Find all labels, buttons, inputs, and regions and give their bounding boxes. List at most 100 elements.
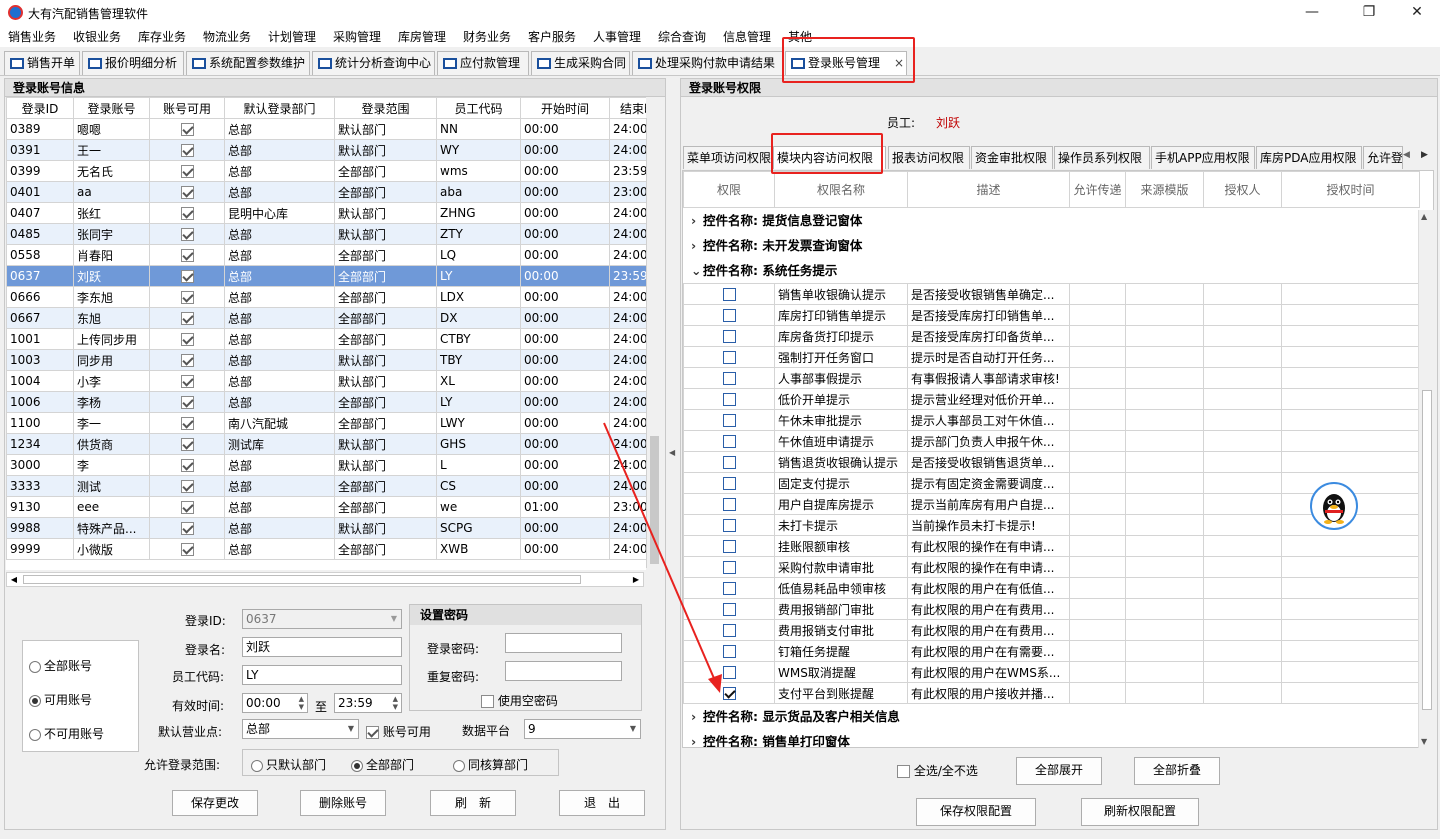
account-enabled-cell[interactable]	[149, 412, 225, 434]
doc-tab[interactable]: 统计分析查询中心	[312, 51, 435, 75]
checkbox-icon[interactable]	[180, 186, 194, 199]
menu-item[interactable]: 财务业务	[463, 28, 511, 45]
checkbox-icon[interactable]	[180, 522, 194, 535]
table-row[interactable]: 0391 王一 总部 默认部门 WY 00:00 24:00	[6, 139, 646, 161]
checkbox-icon[interactable]	[722, 561, 736, 574]
permission-row[interactable]: 挂账限额审核 有此权限的操作在有申请...	[683, 535, 1420, 557]
permission-row[interactable]: 库房备货打印提示 是否接受库房打印备货单...	[683, 325, 1420, 347]
permission-row[interactable]: 支付平台到账提醒 有此权限的用户接收并播...	[683, 682, 1420, 704]
panel-splitter[interactable]: ◀	[667, 78, 679, 830]
account-table-hscrollbar[interactable]: ◀ ▶	[6, 572, 644, 587]
table-row[interactable]: 1006 李杨 总部 全部部门 LY 00:00 24:00	[6, 391, 646, 413]
login-id-field[interactable]: 0637 ▼	[242, 609, 402, 629]
account-table-vscrollbar[interactable]	[646, 118, 662, 568]
time-to-field[interactable]: 23:59 ▲ ▼	[334, 693, 402, 713]
scroll-thumb[interactable]	[650, 436, 659, 564]
table-row[interactable]: 0407 张红 昆明中心库 默认部门 ZHNG 00:00 24:00	[6, 202, 646, 224]
permission-subtab[interactable]: 报表访问权限	[888, 146, 970, 169]
filter-radio[interactable]: 可用账号	[29, 691, 92, 708]
account-enabled-cell[interactable]	[149, 496, 225, 518]
table-row[interactable]: 0399 无名氏 总部 全部部门 wms 00:00 23:59	[6, 160, 646, 182]
checkbox-icon[interactable]	[722, 519, 736, 532]
menu-item[interactable]: 物流业务	[203, 28, 251, 45]
column-header[interactable]: 允许传递	[1069, 171, 1126, 208]
table-row[interactable]: 9988 特殊产品... 总部 默认部门 SCPG 00:00 24:00	[6, 517, 646, 539]
account-enabled-cell[interactable]	[149, 475, 225, 497]
time-from-field[interactable]: 00:00 ▲ ▼	[242, 693, 308, 713]
checkbox-icon[interactable]	[180, 480, 194, 493]
permission-row[interactable]: 午休值班申请提示 提示部门负责人申报午休...	[683, 430, 1420, 452]
chevron-right-icon[interactable]: ›	[691, 729, 703, 747]
maximize-button[interactable]: ❐	[1354, 2, 1384, 22]
account-enabled-cell[interactable]	[149, 307, 225, 329]
permission-check-cell[interactable]	[683, 325, 775, 347]
permission-row[interactable]: 采购付款申请审批 有此权限的操作在有申请...	[683, 556, 1420, 578]
checkbox-icon[interactable]	[180, 228, 194, 241]
qq-penguin-icon[interactable]	[1310, 482, 1358, 530]
default-branch-select[interactable]: 总部 ▼	[242, 719, 359, 739]
filter-radio[interactable]: 不可用账号	[29, 725, 104, 742]
menu-item[interactable]: 库存业务	[138, 28, 186, 45]
collapse-arrow-icon[interactable]: ◀	[669, 448, 675, 457]
permission-check-cell[interactable]	[683, 493, 775, 515]
chevron-right-icon[interactable]: ›	[691, 233, 703, 258]
account-enabled-cell[interactable]	[149, 181, 225, 203]
table-row[interactable]: 0485 张同宇 总部 默认部门 ZTY 00:00 24:00	[6, 223, 646, 245]
table-row[interactable]: 3333 测试 总部 全部部门 CS 00:00 24:00	[6, 475, 646, 497]
close-button[interactable]: ✕	[1402, 2, 1432, 22]
menu-item[interactable]: 客户服务	[528, 28, 576, 45]
repeat-password-field[interactable]	[505, 661, 622, 681]
checkbox-icon[interactable]	[180, 375, 194, 388]
account-enabled-cell[interactable]	[149, 517, 225, 539]
checkbox-icon[interactable]	[180, 354, 194, 367]
checkbox-icon[interactable]	[722, 372, 736, 385]
checkbox-icon[interactable]	[180, 396, 194, 409]
table-row[interactable]: 0558 肖春阳 总部 全部部门 LQ 00:00 24:00	[6, 244, 646, 266]
account-enabled-cell[interactable]	[149, 454, 225, 476]
permission-check-cell[interactable]	[683, 346, 775, 368]
permission-check-cell[interactable]	[683, 409, 775, 431]
account-enabled-cell[interactable]	[149, 139, 225, 161]
doc-tab[interactable]: 报价明细分析	[82, 51, 184, 75]
permission-check-cell[interactable]	[683, 682, 775, 704]
menu-item[interactable]: 收银业务	[73, 28, 121, 45]
select-all-checkbox[interactable]: 全选/全不选	[897, 762, 978, 779]
permission-check-cell[interactable]	[683, 430, 775, 452]
checkbox-icon[interactable]	[180, 249, 194, 262]
employee-code-field[interactable]: LY	[242, 665, 402, 685]
scroll-thumb[interactable]	[1422, 390, 1432, 710]
column-header[interactable]: 默认登录部门	[224, 97, 335, 119]
minimize-button[interactable]: —	[1297, 2, 1327, 22]
doc-tab[interactable]: 销售开单	[4, 51, 80, 75]
checkbox-icon[interactable]	[722, 687, 736, 700]
checkbox-icon[interactable]	[366, 726, 379, 739]
checkbox-icon[interactable]	[180, 291, 194, 304]
table-row[interactable]: 1003 同步用 总部 默认部门 TBY 00:00 24:00	[6, 349, 646, 371]
checkbox-icon[interactable]	[722, 540, 736, 553]
checkbox-icon[interactable]	[180, 417, 194, 430]
table-row[interactable]: 3000 李 总部 默认部门 L 00:00 24:00	[6, 454, 646, 476]
account-enabled-cell[interactable]	[149, 370, 225, 392]
permission-row[interactable]: 强制打开任务窗口 提示时是否自动打开任务...	[683, 346, 1420, 368]
spin-icon[interactable]: ▲ ▼	[299, 695, 304, 711]
permission-row[interactable]: 人事部事假提示 有事假报请人事部请求审核!	[683, 367, 1420, 389]
doc-tab[interactable]: 应付款管理	[437, 51, 529, 75]
checkbox-icon[interactable]	[722, 666, 736, 679]
login-name-field[interactable]: 刘跃	[242, 637, 402, 657]
table-row[interactable]: 0667 东旭 总部 全部部门 DX 00:00 24:00	[6, 307, 646, 329]
checkbox-icon[interactable]	[180, 459, 194, 472]
checkbox-icon[interactable]	[722, 414, 736, 427]
spin-icon[interactable]: ▲ ▼	[393, 695, 398, 711]
permission-subtab[interactable]: 操作员系列权限	[1054, 146, 1150, 169]
checkbox-icon[interactable]	[722, 582, 736, 595]
checkbox-icon[interactable]	[722, 330, 736, 343]
scope-radio[interactable]: 只默认部门	[251, 756, 326, 773]
account-enabled-cell[interactable]	[149, 349, 225, 371]
permission-check-cell[interactable]	[683, 514, 775, 536]
account-enabled-cell[interactable]	[149, 391, 225, 413]
permission-check-cell[interactable]	[683, 472, 775, 494]
permission-check-cell[interactable]	[683, 451, 775, 473]
permission-check-cell[interactable]	[683, 283, 775, 305]
exit-button[interactable]: 退 出	[559, 790, 645, 816]
account-enabled-cell[interactable]	[149, 433, 225, 455]
